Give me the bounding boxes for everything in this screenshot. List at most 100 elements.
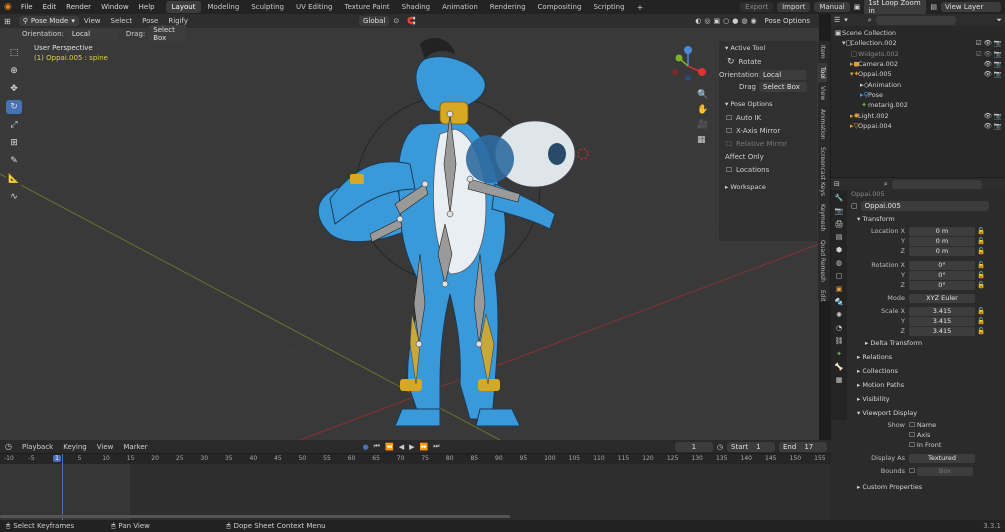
tab-animation[interactable]: Animation: [818, 105, 827, 144]
menu-edit[interactable]: Edit: [38, 3, 62, 11]
playhead-line[interactable]: [62, 454, 63, 520]
tab-shading[interactable]: Shading: [396, 1, 436, 13]
rotation-mode-select[interactable]: XYZ Euler: [909, 293, 975, 303]
annotate-icon[interactable]: ✎: [6, 154, 22, 168]
tab-screencast-keys[interactable]: Screencast Keys: [818, 143, 827, 200]
outliner-row[interactable]: ▸✹ Light.002 👁 📷: [834, 110, 1002, 120]
editor-type-icon[interactable]: ⊞: [0, 17, 15, 26]
rotate-icon[interactable]: ↻: [6, 100, 22, 114]
delta-transform-section[interactable]: ▸ Delta Transform: [851, 336, 1005, 350]
shading-material-icon[interactable]: ◍: [741, 17, 747, 25]
checkbox-icon[interactable]: ☐: [725, 114, 733, 122]
menu-view[interactable]: View: [92, 443, 119, 451]
scene-collection-row[interactable]: ▣ Scene Collection: [834, 28, 1002, 38]
npanel-drag-select[interactable]: Select Box: [759, 82, 807, 92]
overlay-icon[interactable]: ◎: [704, 17, 710, 25]
menu-marker[interactable]: Marker: [118, 443, 152, 451]
scale-y-field[interactable]: 3.415: [909, 316, 975, 326]
menu-rigify[interactable]: Rigify: [163, 17, 193, 25]
x-axis-mirror-row[interactable]: ☐ X-Axis Mirror: [719, 124, 817, 137]
checkbox-icon[interactable]: ☐: [909, 441, 917, 449]
horizontal-scrollbar[interactable]: [0, 515, 510, 518]
orientation-select[interactable]: Local: [67, 29, 118, 39]
lock-icon[interactable]: 🔓: [975, 271, 985, 279]
visibility-icon[interactable]: 👁 📷: [984, 122, 1002, 130]
tab-scripting[interactable]: Scripting: [587, 1, 630, 13]
jump-end-icon[interactable]: ⏭: [433, 442, 439, 451]
next-key-icon[interactable]: ⏩: [419, 443, 428, 451]
rotation-x-field[interactable]: 0°: [909, 260, 975, 270]
timeline-editor-icon[interactable]: ◷: [0, 442, 17, 451]
roll-icon[interactable]: ∿: [6, 190, 22, 204]
bounds-select[interactable]: Box: [916, 466, 973, 476]
visibility-icon[interactable]: 👁 📷: [984, 70, 1002, 78]
outliner-row[interactable]: ▢ Widgets.002 ☑ 👁 📷: [834, 49, 1002, 59]
visibility-icon[interactable]: ☑ 👁 📷: [976, 39, 1002, 47]
location-x-field[interactable]: 0 m: [909, 226, 975, 236]
zoom-icon[interactable]: 🔍: [697, 90, 708, 100]
active-tool-section[interactable]: ▾ Active Tool: [719, 41, 817, 55]
properties-editor-icon[interactable]: ⊟: [834, 180, 840, 188]
blender-logo-icon[interactable]: ◉: [0, 2, 16, 12]
frame-ruler[interactable]: -10 -5 1 5 10 15 20 25 30 35 40 45 50 55 60 65 70 75 80 85 9…: [0, 454, 831, 464]
menu-view[interactable]: View: [79, 17, 106, 25]
outliner-row[interactable]: ▸◇ Animation: [834, 79, 1002, 89]
lock-icon[interactable]: 🔓: [975, 327, 985, 335]
tab-texture-paint[interactable]: Texture Paint: [339, 1, 396, 13]
checkbox-icon[interactable]: ☐: [725, 166, 733, 174]
lock-icon[interactable]: 🔓: [975, 237, 985, 245]
tab-animation[interactable]: Animation: [436, 1, 484, 13]
outliner-search-input[interactable]: [875, 15, 956, 25]
tab-quad-remesh[interactable]: Quad Remesh: [818, 236, 827, 286]
data-tab-icon[interactable]: ✦: [836, 350, 842, 358]
properties-search-input[interactable]: [891, 179, 982, 189]
prev-key-icon[interactable]: ⏪: [385, 443, 394, 451]
start-frame-field[interactable]: Start 1: [727, 441, 775, 452]
output-tab-icon[interactable]: 🖨: [835, 220, 844, 228]
nav-gizmo[interactable]: [672, 46, 706, 81]
tab-edit[interactable]: Edit: [818, 286, 827, 306]
visibility-icon[interactable]: 👁 📷: [984, 60, 1002, 68]
shading-rendered-icon[interactable]: ◉: [750, 17, 756, 25]
pose-options-button[interactable]: Pose Options: [760, 16, 815, 26]
lock-icon[interactable]: 🔓: [975, 227, 985, 235]
tab-sculpting[interactable]: Sculpting: [245, 1, 290, 13]
world-tab-icon[interactable]: ◍: [836, 259, 842, 267]
checkbox-icon[interactable]: ☐: [725, 127, 733, 135]
end-frame-field[interactable]: End 17: [779, 441, 827, 452]
outliner-row[interactable]: ▸⚲ Pose: [834, 90, 1002, 100]
play-icon[interactable]: ▶: [409, 443, 414, 451]
shading-wire-icon[interactable]: ○: [723, 17, 729, 25]
move-icon[interactable]: ✥: [6, 82, 22, 96]
pan-hand-icon[interactable]: ✋: [697, 105, 708, 115]
texture-tab-icon[interactable]: ▦: [836, 376, 843, 384]
scale-icon[interactable]: ⤢: [6, 118, 22, 132]
constraints-tab-icon[interactable]: ⛓: [835, 337, 844, 345]
visibility-icon[interactable]: ☑ 👁 📷: [976, 50, 1002, 58]
physics-tab-icon[interactable]: ◔: [836, 324, 842, 332]
viewport-display-section[interactable]: ▾ Viewport Display: [851, 406, 1005, 420]
visibility-icon[interactable]: 👁 📷: [984, 112, 1002, 120]
menu-render[interactable]: Render: [61, 3, 96, 11]
tab-keymesh[interactable]: Keymesh: [818, 200, 827, 235]
add-workspace-icon[interactable]: +: [631, 1, 650, 14]
display-mode-icon[interactable]: ▾: [844, 16, 848, 24]
rotation-z-field[interactable]: 0°: [909, 280, 975, 290]
outliner-row[interactable]: ▾▢ Collection.002 ☑ 👁 📷: [834, 38, 1002, 48]
lock-icon[interactable]: 🔓: [975, 317, 985, 325]
lock-icon[interactable]: 🔓: [975, 307, 985, 315]
tool-tab-icon[interactable]: 🔧: [835, 194, 844, 202]
motion-paths-section[interactable]: ▸ Motion Paths: [851, 378, 1005, 392]
mode-select[interactable]: ⚲ Pose Mode ▾: [18, 16, 79, 26]
display-as-select[interactable]: Textured: [909, 453, 975, 463]
location-z-field[interactable]: 0 m: [909, 246, 975, 256]
ortho-grid-icon[interactable]: ▦: [697, 135, 708, 145]
object-name-field[interactable]: Oppai.005: [860, 201, 989, 211]
workspace-section[interactable]: ▸ Workspace: [719, 180, 817, 194]
play-reverse-icon[interactable]: ◀: [399, 443, 404, 451]
modifier-tab-icon[interactable]: 🔩: [835, 298, 844, 306]
object-tab-icon[interactable]: ▣: [836, 285, 843, 293]
menu-select[interactable]: Select: [106, 17, 138, 25]
tab-modeling[interactable]: Modeling: [201, 1, 245, 13]
checkbox-icon[interactable]: ☐: [909, 421, 917, 429]
